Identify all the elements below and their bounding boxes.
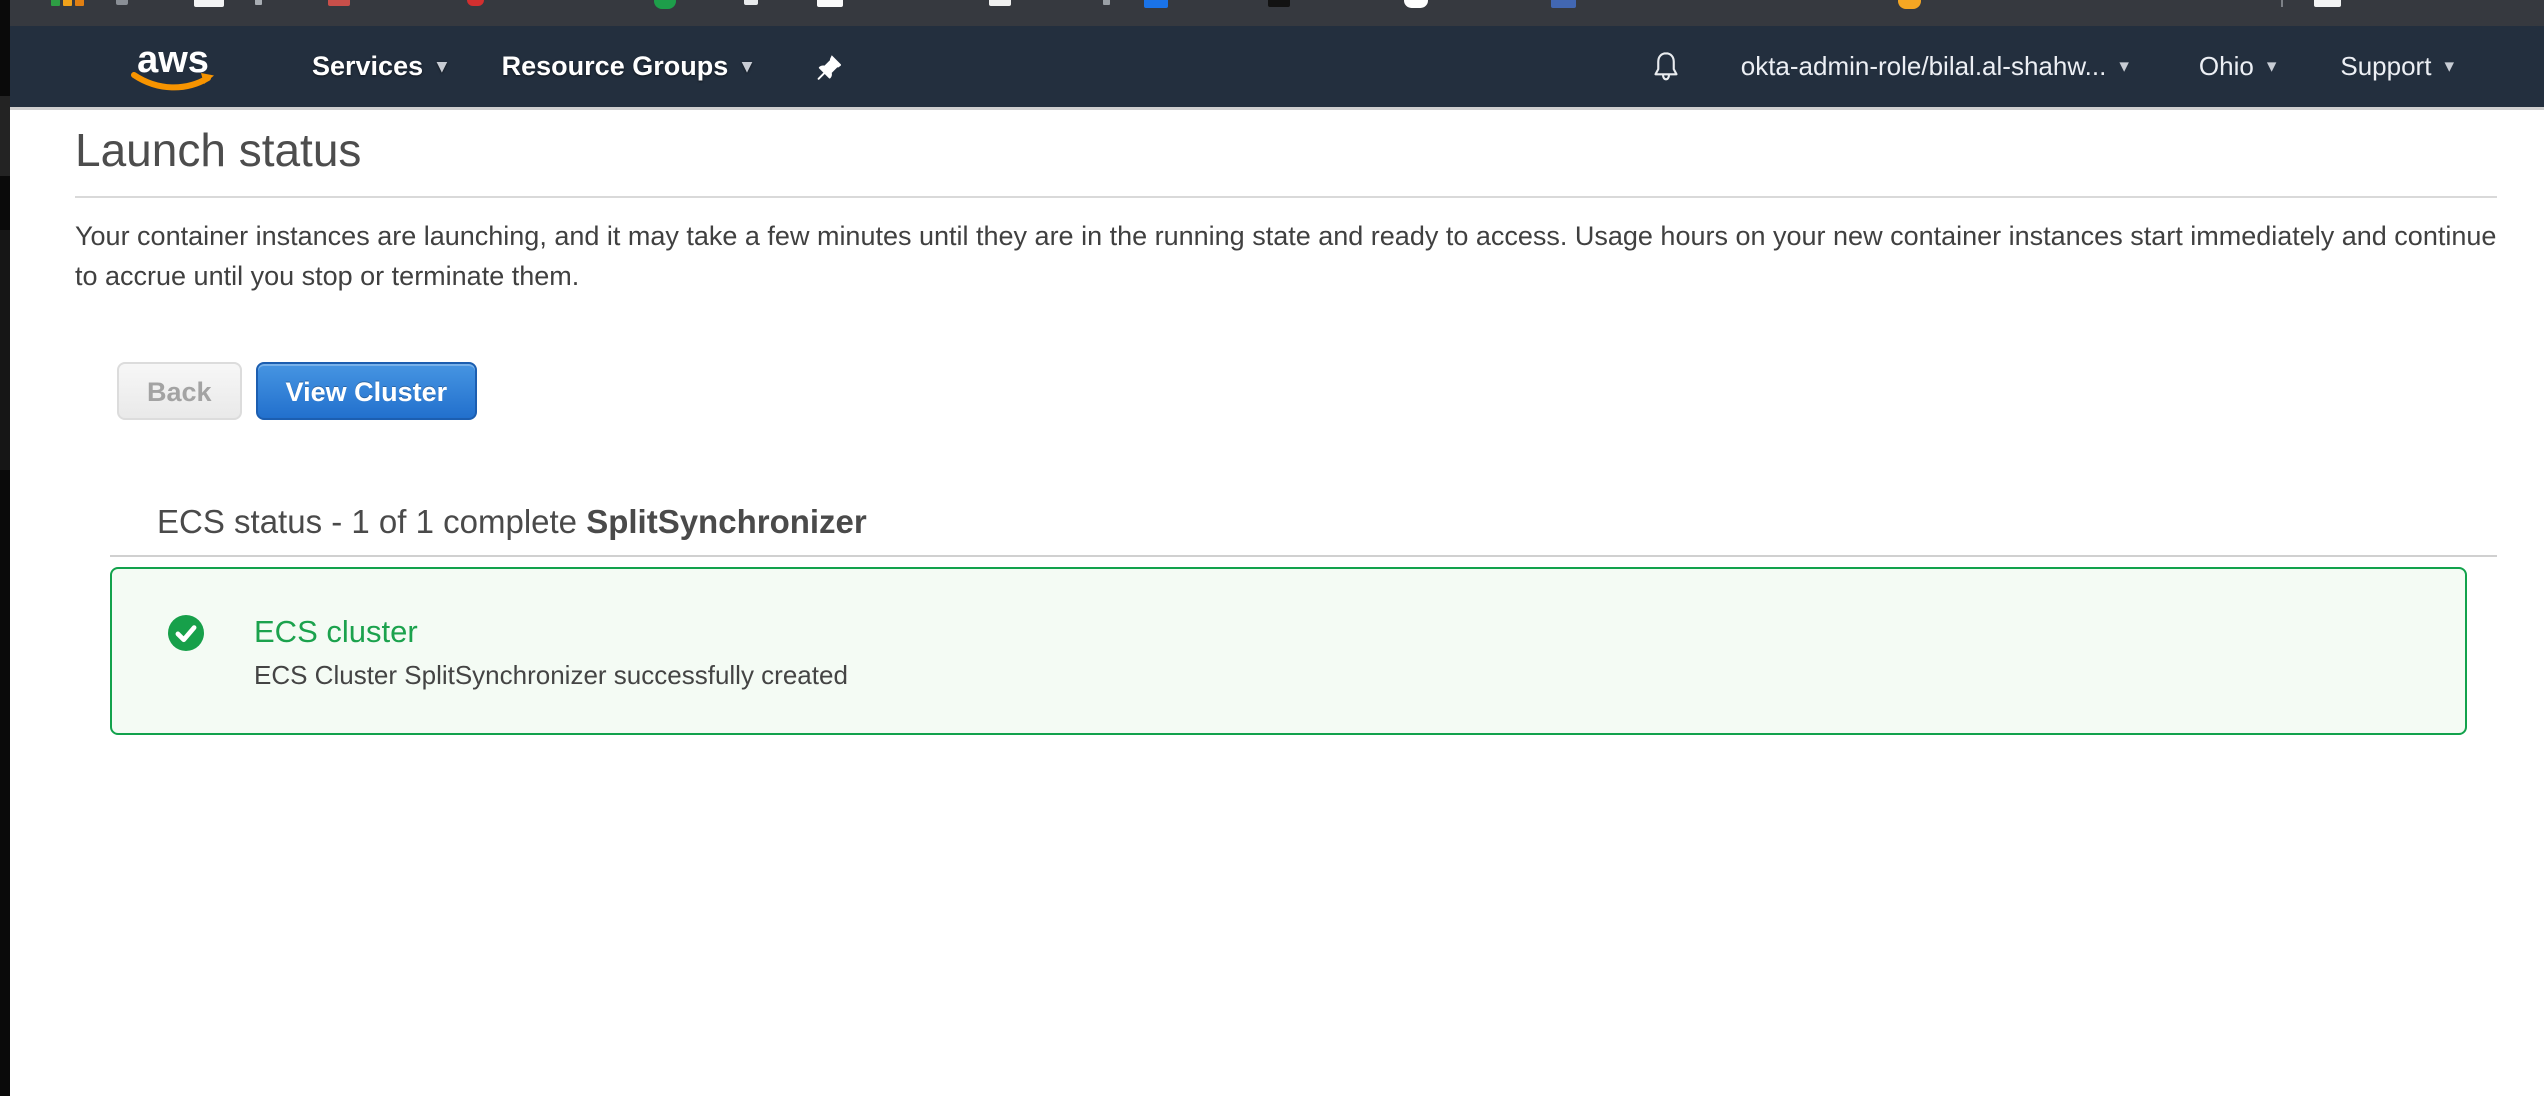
chevron-down-icon: ▾	[437, 57, 447, 76]
title-divider	[75, 196, 2497, 198]
favicon-fragment	[744, 0, 758, 5]
favicon-fragment	[1144, 0, 1168, 8]
success-check-wrap	[168, 615, 204, 656]
favicon-fragment	[75, 0, 84, 6]
favicon-fragment	[989, 0, 1011, 6]
account-menu[interactable]: okta-admin-role/bilal.al-shahw... ▾	[1741, 51, 2129, 82]
favicon-fragment	[194, 0, 224, 7]
favicon-fragment	[2314, 0, 2341, 7]
favicon-fragment	[1103, 0, 1110, 5]
aws-logo[interactable]: aws	[130, 41, 216, 93]
left-window-edge-segment	[0, 230, 10, 470]
left-window-edge-segment	[0, 96, 10, 176]
resource-groups-menu-label: Resource Groups	[502, 51, 729, 82]
action-button-row: Back View Cluster	[117, 362, 2497, 420]
aws-smile-swoosh-icon	[130, 71, 216, 93]
favicon-fragment	[467, 0, 484, 6]
chevron-down-icon: ▾	[2444, 57, 2454, 76]
launch-status-description: Your container instances are launching, …	[75, 216, 2497, 296]
back-button[interactable]: Back	[117, 362, 242, 420]
ecs-status-heading: ECS status - 1 of 1 complete SplitSynchr…	[157, 504, 2497, 540]
ecs-status-section: ECS status - 1 of 1 complete SplitSynchr…	[75, 504, 2497, 735]
favicon-fragment	[654, 0, 676, 9]
favicon-fragment	[1404, 0, 1428, 8]
favicon-fragment	[1898, 0, 1921, 9]
check-circle-icon	[168, 615, 204, 651]
ecs-status-heading-prefix: ECS status - 1 of 1 complete	[157, 503, 586, 540]
favicon-fragment	[1551, 0, 1576, 8]
success-card-title: ECS cluster	[254, 613, 848, 650]
favicon-fragment	[116, 0, 128, 5]
favicon-fragment	[817, 0, 843, 7]
left-window-edge	[0, 0, 10, 1096]
chevron-down-icon: ▾	[2119, 57, 2129, 76]
support-menu-label: Support	[2340, 51, 2431, 82]
notifications-button[interactable]	[1651, 50, 1681, 84]
success-card-text: ECS cluster ECS Cluster SplitSynchronize…	[254, 613, 848, 691]
pushpin-icon	[814, 51, 844, 83]
chevron-down-icon: ▾	[2267, 57, 2277, 76]
ecs-cluster-success-card: ECS cluster ECS Cluster SplitSynchronize…	[110, 567, 2467, 735]
favicon-fragment	[51, 0, 60, 6]
view-cluster-button[interactable]: View Cluster	[256, 362, 478, 420]
page-title: Launch status	[75, 126, 2497, 174]
pinned-shortcuts-button[interactable]	[814, 51, 844, 83]
resource-groups-menu[interactable]: Resource Groups ▾	[502, 51, 752, 82]
favicon-fragment	[255, 0, 262, 5]
aws-top-navbar: aws Services ▾ Resource Groups ▾	[10, 26, 2544, 110]
aws-console-window: aws Services ▾ Resource Groups ▾	[10, 0, 2544, 1096]
account-menu-label: okta-admin-role/bilal.al-shahw...	[1741, 51, 2107, 82]
favicon-fragment	[2281, 0, 2283, 7]
bell-icon	[1651, 50, 1681, 84]
launch-status-page: Launch status Your container instances a…	[10, 110, 2544, 735]
favicon-fragment	[63, 0, 72, 6]
support-menu[interactable]: Support ▾	[2340, 51, 2454, 82]
services-menu-label: Services	[312, 51, 423, 82]
services-menu[interactable]: Services ▾	[312, 51, 447, 82]
region-menu[interactable]: Ohio ▾	[2199, 51, 2276, 82]
success-card-message: ECS Cluster SplitSynchronizer successful…	[254, 660, 848, 691]
favicon-fragment	[328, 0, 350, 6]
chevron-down-icon: ▾	[742, 57, 752, 76]
browser-favicon-strip	[10, 0, 2544, 26]
region-menu-label: Ohio	[2199, 51, 2254, 82]
navbar-right-group: okta-admin-role/bilal.al-shahw... ▾ Ohio…	[1651, 50, 2454, 84]
favicon-fragment	[1268, 0, 1290, 7]
ecs-status-cluster-name: SplitSynchronizer	[586, 503, 867, 540]
ecs-status-divider	[110, 555, 2497, 557]
